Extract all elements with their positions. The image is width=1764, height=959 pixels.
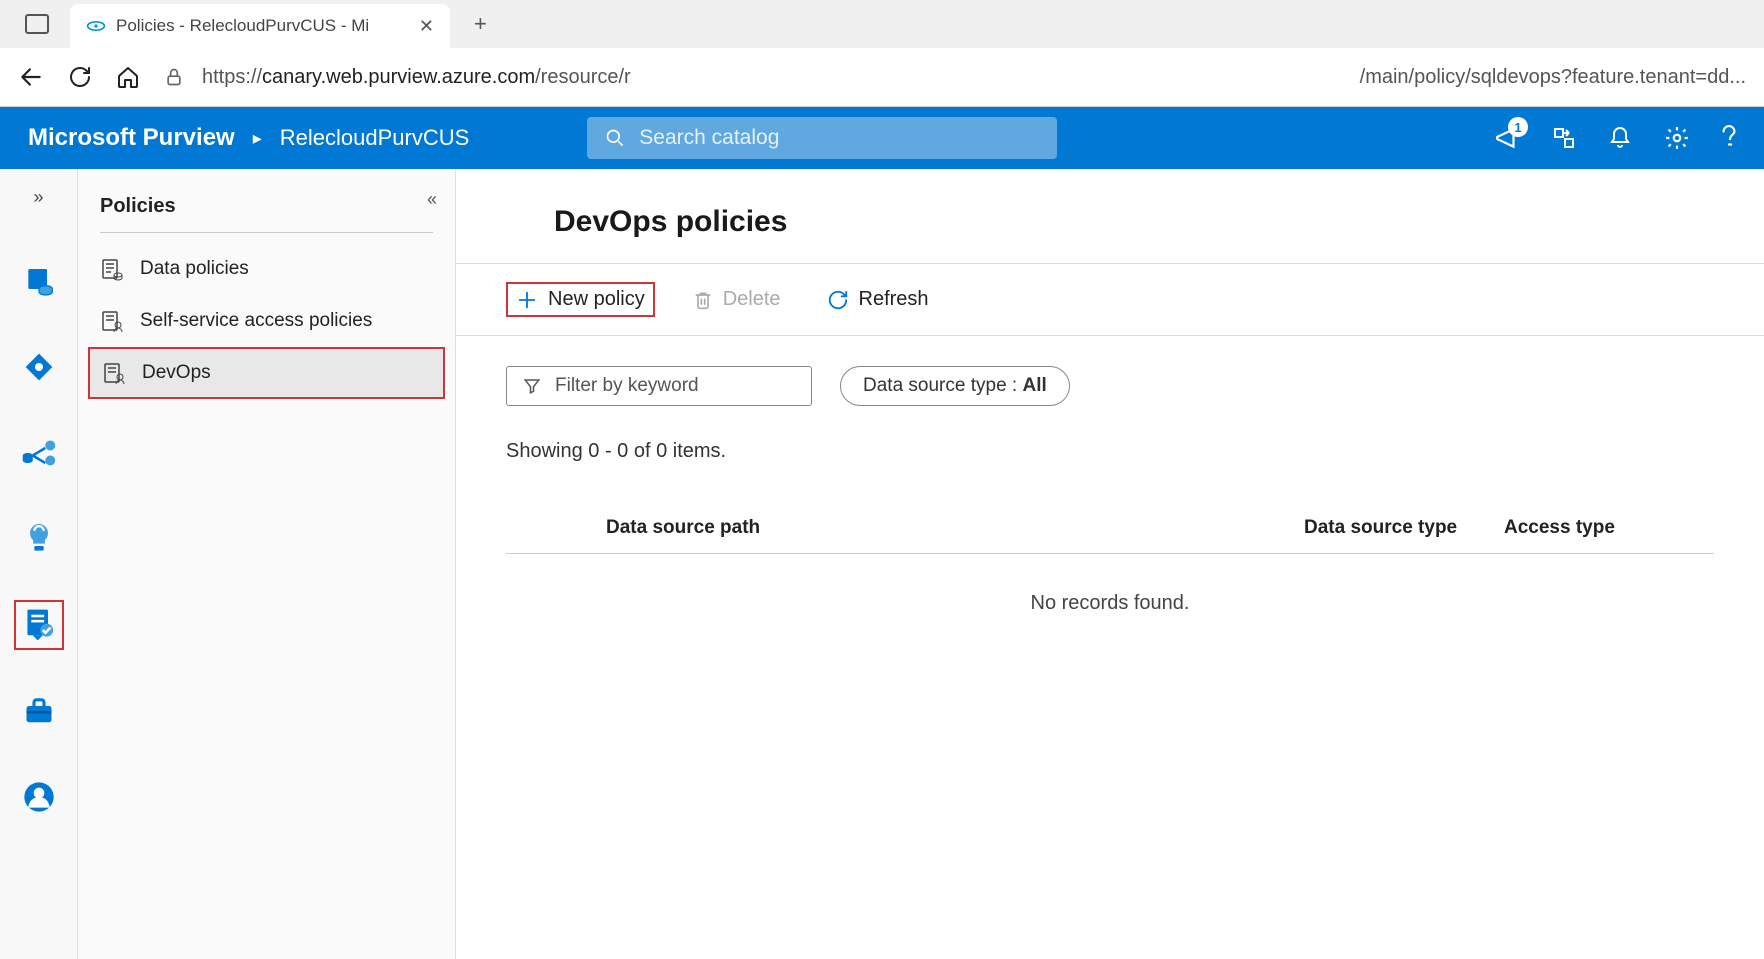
home-button[interactable] (116, 65, 140, 89)
help-icon (1722, 125, 1736, 151)
browser-tab[interactable]: Policies - RelecloudPurvCUS - Mi ✕ (70, 4, 450, 48)
main-content: DevOps policies New policy Delete Refres… (456, 169, 1764, 959)
search-icon (605, 128, 625, 148)
back-button[interactable] (18, 64, 44, 90)
filters-row: Filter by keyword Data source type : All (456, 336, 1764, 420)
toolbox-icon (23, 696, 55, 726)
app-header: Microsoft Purview ▸ RelecloudPurvCUS 1 (0, 107, 1764, 169)
keyword-filter[interactable]: Filter by keyword (506, 366, 812, 406)
settings-button[interactable] (1664, 125, 1690, 151)
policy-list-icon (100, 257, 124, 281)
policy-icon (23, 607, 55, 643)
tab-bar: Policies - RelecloudPurvCUS - Mi ✕ + (0, 0, 1764, 48)
delete-button: Delete (685, 284, 789, 315)
filter-icon (523, 377, 541, 395)
empty-state: No records found. (506, 554, 1714, 653)
panel-divider (100, 232, 433, 233)
table-header: Data source path Data source type Access… (506, 503, 1714, 554)
refresh-label: Refresh (859, 288, 929, 311)
column-path[interactable]: Data source path (606, 517, 1304, 539)
browser-chrome: Policies - RelecloudPurvCUS - Mi ✕ + htt… (0, 0, 1764, 107)
refresh-icon (68, 65, 92, 89)
sidebar-item-self-service[interactable]: Self-service access policies (78, 295, 455, 347)
sidebar-item-data-policies[interactable]: Data policies (78, 243, 455, 295)
panel-item-label: Self-service access policies (140, 310, 372, 332)
lightbulb-icon (25, 521, 53, 557)
data-table: Data source path Data source type Access… (506, 503, 1714, 653)
back-arrow-icon (18, 64, 44, 90)
home-icon (116, 65, 140, 89)
rail-data-map[interactable] (14, 342, 64, 392)
feedback-button[interactable]: 1 (1494, 125, 1520, 151)
filter-placeholder: Filter by keyword (555, 375, 699, 397)
notifications-button[interactable] (1608, 125, 1632, 151)
share-icon (1552, 126, 1576, 150)
source-filter-label: Data source type : (863, 375, 1022, 396)
source-filter-value: All (1022, 375, 1046, 396)
panel-item-label: Data policies (140, 258, 249, 280)
rail-insights[interactable] (14, 514, 64, 564)
connection-icon (21, 438, 57, 468)
refresh-list-button[interactable]: Refresh (819, 284, 937, 315)
rail-policy[interactable] (14, 600, 64, 650)
url-text: https://canary.web.purview.azure.com/res… (202, 66, 965, 89)
refresh-button[interactable] (68, 65, 92, 89)
result-count: Showing 0 - 0 of 0 items. (456, 420, 1764, 483)
workspace-name[interactable]: RelecloudPurvCUS (280, 125, 470, 151)
database-icon (23, 264, 55, 298)
column-type[interactable]: Data source type (1304, 517, 1504, 539)
toolbar: New policy Delete Refresh (456, 264, 1764, 336)
diamond-icon (23, 351, 55, 383)
url-text-right: /main/policy/sqldevops?feature.tenant=dd… (983, 66, 1746, 89)
collapse-panel-button[interactable]: « (427, 189, 437, 210)
search-box[interactable] (587, 117, 1057, 159)
plus-icon (516, 289, 538, 311)
policy-devops-icon (102, 361, 126, 385)
expand-rail-button[interactable]: » (33, 187, 43, 208)
rail-data-catalog[interactable] (14, 256, 64, 306)
close-tab-icon[interactable]: ✕ (419, 16, 434, 37)
delete-label: Delete (723, 288, 781, 311)
icon-rail: » (0, 169, 78, 959)
page-title: DevOps policies (456, 169, 1764, 263)
bell-icon (1608, 125, 1632, 151)
new-tab-button[interactable]: + (474, 11, 487, 37)
app-body: » « Policies Data policies (0, 169, 1764, 959)
gear-icon (1664, 125, 1690, 151)
breadcrumb-separator-icon: ▸ (253, 128, 262, 149)
search-input[interactable] (639, 126, 1039, 150)
panel-item-label: DevOps (142, 362, 211, 384)
rail-privacy[interactable] (14, 772, 64, 822)
tab-title: Policies - RelecloudPurvCUS - Mi (116, 16, 409, 36)
panel-sidebar: « Policies Data policies Self-service ac… (78, 169, 456, 959)
window-icon (25, 14, 49, 34)
refresh-circle-icon (827, 289, 849, 311)
column-access[interactable]: Access type (1504, 517, 1664, 539)
brand-name[interactable]: Microsoft Purview (28, 124, 235, 152)
url-bar[interactable]: https://canary.web.purview.azure.com/res… (164, 66, 1746, 89)
help-button[interactable] (1722, 125, 1736, 151)
address-bar: https://canary.web.purview.azure.com/res… (0, 48, 1764, 106)
purview-favicon-icon (86, 16, 106, 36)
notification-badge: 1 (1508, 117, 1528, 137)
share-button[interactable] (1552, 126, 1576, 150)
trash-icon (693, 289, 713, 311)
panel-title: Policies (78, 189, 455, 232)
header-actions: 1 (1494, 125, 1736, 151)
source-type-filter[interactable]: Data source type : All (840, 366, 1070, 406)
rail-management[interactable] (14, 686, 64, 736)
new-policy-button[interactable]: New policy (506, 282, 655, 317)
lock-icon (164, 66, 184, 88)
rail-data-share[interactable] (14, 428, 64, 478)
new-policy-label: New policy (548, 288, 645, 311)
sidebar-item-devops[interactable]: DevOps (88, 347, 445, 399)
policy-user-icon (100, 309, 124, 333)
person-circle-icon (23, 781, 55, 813)
